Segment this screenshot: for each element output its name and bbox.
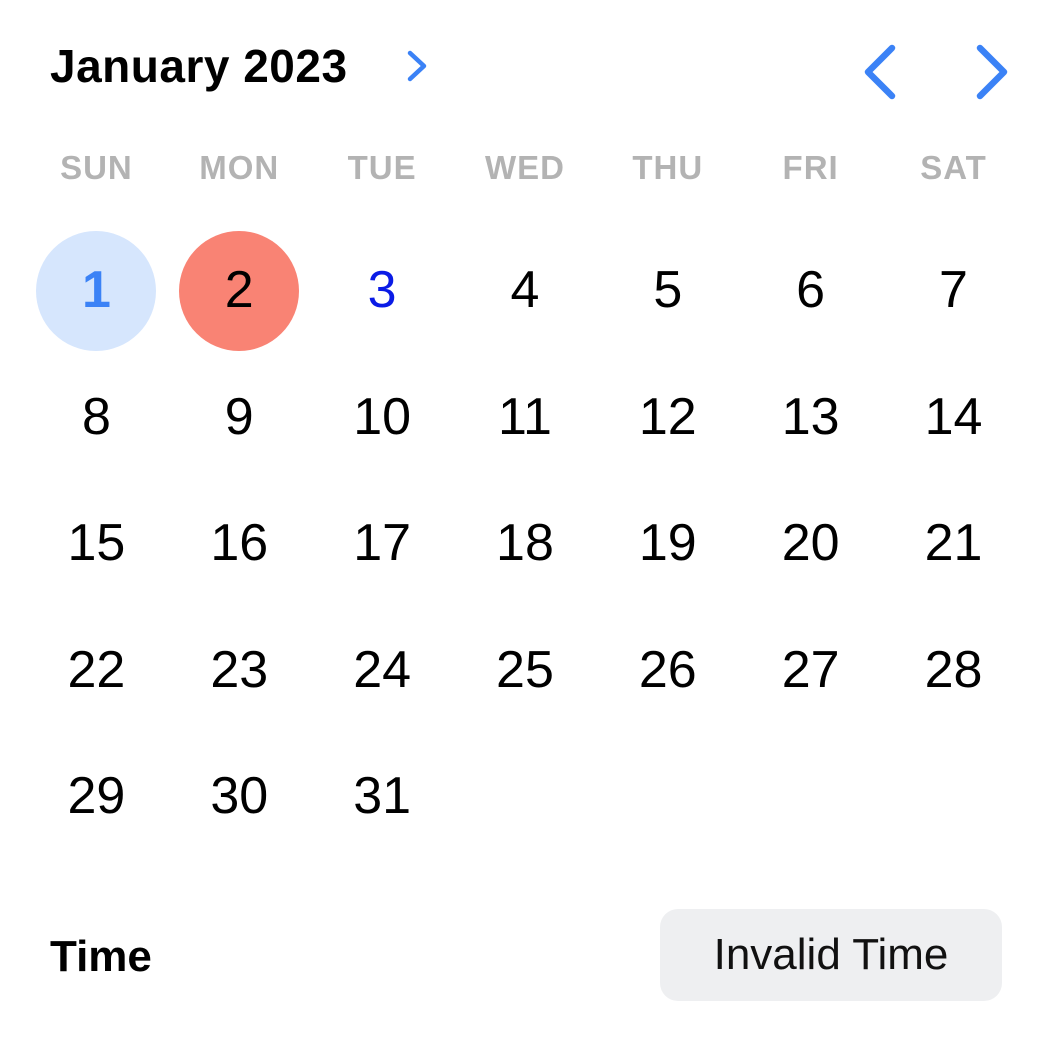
month-expand-button[interactable] bbox=[402, 48, 432, 84]
chevron-right-icon bbox=[976, 44, 1008, 100]
day-number: 27 bbox=[781, 640, 840, 699]
time-label: Time bbox=[50, 932, 152, 981]
day-cell[interactable]: 12 bbox=[596, 355, 739, 482]
day-number: 21 bbox=[924, 514, 983, 573]
day-cell[interactable]: 4 bbox=[454, 228, 597, 355]
day-number: 22 bbox=[67, 640, 126, 699]
day-number: 2 bbox=[224, 261, 254, 319]
day-cell[interactable]: 18 bbox=[454, 481, 597, 608]
day-number: 11 bbox=[497, 387, 552, 446]
day-cell[interactable]: 23 bbox=[168, 608, 311, 735]
day-number: 4 bbox=[510, 261, 540, 319]
day-number: 25 bbox=[496, 640, 554, 699]
day-cell[interactable]: 15 bbox=[25, 481, 168, 608]
day-cell[interactable]: 13 bbox=[739, 355, 882, 482]
day-number: 1 bbox=[81, 261, 111, 319]
day-cell[interactable]: 24 bbox=[311, 608, 454, 735]
day-number: 13 bbox=[781, 387, 840, 446]
prev-month-button[interactable] bbox=[852, 40, 908, 104]
weekday-label: SUN bbox=[60, 149, 133, 186]
day-cell[interactable]: 2 bbox=[168, 228, 311, 355]
day-cell[interactable]: 1 bbox=[25, 228, 168, 355]
day-cell[interactable]: 9 bbox=[168, 355, 311, 482]
time-picker-button[interactable]: Invalid Time bbox=[660, 909, 1002, 1001]
day-number: 8 bbox=[81, 387, 111, 446]
day-number: 3 bbox=[367, 261, 397, 319]
day-cell[interactable]: 14 bbox=[882, 355, 1025, 482]
next-month-button[interactable] bbox=[964, 40, 1020, 104]
day-number: 23 bbox=[210, 640, 269, 699]
day-cell[interactable]: 25 bbox=[454, 608, 597, 735]
day-cell[interactable]: 27 bbox=[739, 608, 882, 735]
weekday-header: SUN MON TUE WED THU FRI SAT bbox=[25, 146, 1025, 190]
day-cell[interactable]: 29 bbox=[25, 734, 168, 861]
day-number: 26 bbox=[638, 640, 697, 699]
weekday-label: THU bbox=[632, 149, 704, 186]
day-number: 10 bbox=[353, 387, 412, 446]
weekday-label: WED bbox=[484, 149, 565, 186]
day-cell[interactable]: 30 bbox=[168, 734, 311, 861]
chevron-left-icon bbox=[864, 44, 896, 100]
time-row: Time Invalid Time bbox=[50, 908, 1002, 1002]
day-number: 18 bbox=[496, 514, 554, 573]
day-number: 28 bbox=[924, 640, 983, 699]
day-number: 12 bbox=[638, 387, 697, 446]
day-number: 24 bbox=[353, 640, 412, 699]
day-cell[interactable]: 21 bbox=[882, 481, 1025, 608]
day-cell[interactable]: 6 bbox=[739, 228, 882, 355]
weekday-label: MON bbox=[199, 149, 280, 186]
date-picker: January 2023 SUN MON TUE WED THU FRI SAT… bbox=[0, 0, 1050, 1050]
day-cell[interactable]: 16 bbox=[168, 481, 311, 608]
day-number: 29 bbox=[67, 767, 126, 826]
day-cell[interactable]: 11 bbox=[454, 355, 597, 482]
day-cell[interactable]: 20 bbox=[739, 481, 882, 608]
day-cell[interactable]: 19 bbox=[596, 481, 739, 608]
day-cell[interactable]: 5 bbox=[596, 228, 739, 355]
weekday-label: SAT bbox=[920, 149, 987, 186]
chevron-right-icon bbox=[407, 50, 427, 82]
weekday-label: TUE bbox=[347, 149, 417, 186]
day-number: 19 bbox=[638, 514, 697, 573]
day-cell[interactable]: 10 bbox=[311, 355, 454, 482]
time-value: Invalid Time bbox=[713, 930, 949, 979]
day-number: 16 bbox=[210, 514, 269, 573]
day-number: 15 bbox=[67, 514, 126, 573]
weekday-label: FRI bbox=[782, 149, 839, 186]
day-number: 20 bbox=[781, 514, 840, 573]
day-cell[interactable]: 17 bbox=[311, 481, 454, 608]
day-cell[interactable]: 22 bbox=[25, 608, 168, 735]
day-grid: 1 2 3 4 5 6 7 8 9 10 11 12 13 14 15 16 17 18 19 20 21 22 23 24 2… bbox=[25, 228, 1025, 861]
day-number: 17 bbox=[353, 514, 412, 573]
month-title[interactable]: January 2023 bbox=[50, 38, 348, 94]
day-cell[interactable]: 3 bbox=[311, 228, 454, 355]
day-number: 7 bbox=[939, 261, 968, 319]
day-cell[interactable]: 26 bbox=[596, 608, 739, 735]
day-cell[interactable]: 8 bbox=[25, 355, 168, 482]
day-number: 30 bbox=[210, 767, 269, 826]
day-number: 5 bbox=[653, 261, 683, 319]
day-cell[interactable]: 31 bbox=[311, 734, 454, 861]
day-cell[interactable]: 7 bbox=[882, 228, 1025, 355]
day-number: 14 bbox=[924, 387, 983, 446]
day-number: 31 bbox=[353, 767, 412, 826]
day-cell[interactable]: 28 bbox=[882, 608, 1025, 735]
day-number: 6 bbox=[796, 261, 826, 319]
day-number: 9 bbox=[224, 387, 254, 446]
calendar-header: January 2023 bbox=[0, 0, 1050, 140]
